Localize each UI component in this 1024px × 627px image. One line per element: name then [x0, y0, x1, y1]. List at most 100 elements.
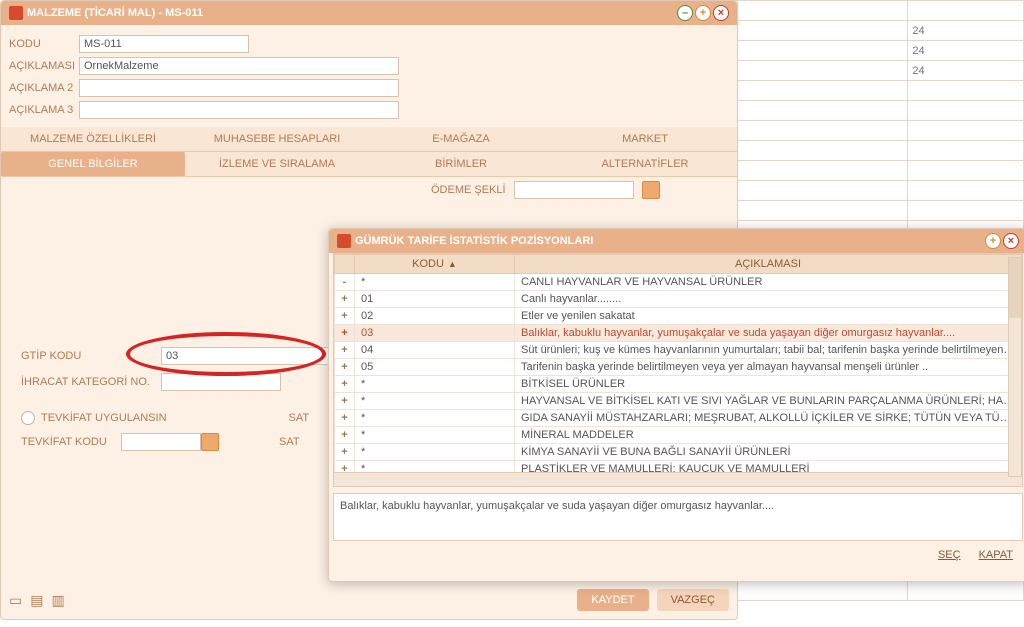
label-aciklama2: AÇIKLAMA 2: [9, 82, 79, 94]
note-icon[interactable]: ▤: [30, 592, 43, 609]
cell-kodu: *: [355, 410, 515, 427]
cell-kodu: *: [355, 274, 515, 291]
expand-icon[interactable]: +: [335, 325, 355, 342]
window-titlebar: MALZEME (TİCARİ MAL) - MS-011 – + ×: [1, 1, 737, 25]
maximize-icon[interactable]: +: [695, 5, 711, 21]
input-aciklama2[interactable]: [79, 79, 399, 97]
label-aciklama3: AÇIKLAMA 3: [9, 104, 79, 116]
bg-cell: [735, 41, 908, 61]
tab-market[interactable]: MARKET: [553, 127, 737, 152]
tab-birimler[interactable]: BİRİMLER: [369, 152, 553, 177]
close-icon[interactable]: ×: [713, 5, 729, 21]
cell-kodu: 05: [355, 359, 515, 376]
header-fields: KODU AÇIKLAMASI AÇIKLAMA 2 AÇIKLAMA 3: [1, 25, 737, 127]
tab-e-magaza[interactable]: E-MAĞAZA: [369, 127, 553, 152]
input-odeme-sekli[interactable]: [514, 181, 634, 199]
expand-icon[interactable]: +: [335, 376, 355, 393]
tabs-row2: GENEL BİLGİLER İZLEME VE SIRALAMA BİRİML…: [1, 152, 737, 177]
window-title: MALZEME (TİCARİ MAL) - MS-011: [27, 7, 203, 19]
expand-icon[interactable]: +: [335, 308, 355, 325]
expand-icon[interactable]: +: [335, 461, 355, 474]
table-row[interactable]: +*HAYVANSAL VE BİTKİSEL KATI VE SIVI YAĞ…: [335, 393, 1022, 410]
table-row[interactable]: +05Tarifenin başka yerinde belirtilmeyen…: [335, 359, 1022, 376]
table-row[interactable]: +03Balıklar, kabuklu hayvanlar, yumuşakç…: [335, 325, 1022, 342]
label-kodu: KODU: [9, 38, 79, 50]
table-row[interactable]: +*GIDA SANAYİİ MÜSTAHZARLARI; MEŞRUBAT, …: [335, 410, 1022, 427]
close-button[interactable]: KAPAT: [975, 547, 1017, 563]
input-tevkifat-kodu[interactable]: [121, 433, 201, 451]
lookup-odeme-button[interactable]: [642, 181, 660, 199]
cell-kodu: *: [355, 393, 515, 410]
expand-icon[interactable]: +: [335, 393, 355, 410]
input-aciklamasi[interactable]: [79, 57, 399, 75]
save-button[interactable]: KAYDET: [577, 589, 648, 611]
cancel-button[interactable]: VAZGEÇ: [657, 589, 729, 611]
label-odeme-sekli: ÖDEME ŞEKLİ: [431, 184, 506, 196]
table-row[interactable]: +*KİMYA SANAYİİ VE BUNA BAĞLI SANAYİİ ÜR…: [335, 444, 1022, 461]
table-row[interactable]: +*MİNERAL MADDELER: [335, 427, 1022, 444]
expand-icon[interactable]: +: [335, 444, 355, 461]
table-row[interactable]: +04Süt ürünleri; kuş ve kümes hayvanları…: [335, 342, 1022, 359]
minimize-icon[interactable]: –: [677, 5, 693, 21]
bg-cell: [908, 201, 1024, 221]
input-aciklama3[interactable]: [79, 101, 399, 119]
col-expand: [335, 255, 355, 274]
tab-alternatifler[interactable]: ALTERNATİFLER: [553, 152, 737, 177]
bg-cell: [908, 181, 1024, 201]
popup-add-icon[interactable]: +: [985, 233, 1001, 249]
popup-grid: KODU▲ AÇIKLAMASI -*CANLI HAYVANLAR VE HA…: [333, 253, 1023, 473]
table-row[interactable]: +02Etler ve yenilen sakatat: [335, 308, 1022, 325]
expand-icon[interactable]: -: [335, 274, 355, 291]
input-gtip-kodu[interactable]: [161, 347, 331, 365]
label-tevkifat-kodu: TEVKİFAT KODU: [21, 436, 121, 448]
checkbox-tevkifat[interactable]: [21, 411, 35, 425]
expand-icon[interactable]: +: [335, 427, 355, 444]
vertical-scrollbar[interactable]: [1008, 257, 1022, 477]
tab-genel-bilgiler[interactable]: GENEL BİLGİLER: [1, 152, 185, 177]
input-ihracat-kategori[interactable]: [161, 373, 281, 391]
popup-detail: Balıklar, kabuklu hayvanlar, yumuşakçala…: [333, 493, 1023, 541]
app-icon: [9, 6, 23, 20]
expand-icon[interactable]: +: [335, 410, 355, 427]
table-row[interactable]: +01Canlı hayvanlar........: [335, 291, 1022, 308]
cell-kodu: *: [355, 461, 515, 474]
popup-close-icon[interactable]: ×: [1003, 233, 1019, 249]
cell-aciklama: MİNERAL MADDELER: [515, 427, 1022, 444]
expand-icon[interactable]: +: [335, 359, 355, 376]
label-sat1: SAT: [289, 412, 310, 424]
label-tevkifat-uygulansin: TEVKİFAT UYGULANSIN: [41, 412, 167, 424]
cell-aciklama: Süt ürünleri; kuş ve kümes hayvanlarının…: [515, 342, 1022, 359]
tabs-row1: MALZEME ÖZELLİKLERİ MUHASEBE HESAPLARI E…: [1, 127, 737, 152]
cell-aciklama: CANLI HAYVANLAR VE HAYVANSAL ÜRÜNLER: [515, 274, 1022, 291]
table-row[interactable]: -*CANLI HAYVANLAR VE HAYVANSAL ÜRÜNLER: [335, 274, 1022, 291]
book-icon[interactable]: ▭: [9, 592, 22, 609]
popup-title: GÜMRÜK TARİFE İSTATİSTİK POZİSYONLARI: [355, 235, 593, 247]
horizontal-scrollbar[interactable]: [333, 473, 1023, 487]
sort-asc-icon: ▲: [448, 259, 457, 269]
cell-aciklama: Canlı hayvanlar........: [515, 291, 1022, 308]
label-sat2: SAT: [279, 436, 300, 448]
bg-cell: [735, 201, 908, 221]
table-row[interactable]: +*BİTKİSEL ÜRÜNLER: [335, 376, 1022, 393]
tab-muhasebe-hesaplari[interactable]: MUHASEBE HESAPLARI: [185, 127, 369, 152]
list-icon[interactable]: ▥: [51, 592, 64, 609]
tab-izleme-siralama[interactable]: İZLEME VE SIRALAMA: [185, 152, 369, 177]
select-button[interactable]: SEÇ: [934, 547, 965, 563]
input-kodu[interactable]: [79, 35, 249, 53]
bg-cell: [735, 101, 908, 121]
col-kodu[interactable]: KODU▲: [355, 255, 515, 274]
tab-malzeme-ozellikleri[interactable]: MALZEME ÖZELLİKLERİ: [1, 127, 185, 152]
scrollbar-thumb[interactable]: [1009, 258, 1021, 318]
cell-aciklama: BİTKİSEL ÜRÜNLER: [515, 376, 1022, 393]
label-aciklamasi: AÇIKLAMASI: [9, 60, 79, 72]
cell-kodu: 04: [355, 342, 515, 359]
bg-cell: [735, 581, 908, 601]
label-gtip-kodu: GTİP KODU: [21, 350, 161, 362]
table-row[interactable]: +*PLASTİKLER VE MAMULLERİ; KAUÇUK VE MAM…: [335, 461, 1022, 474]
expand-icon[interactable]: +: [335, 342, 355, 359]
cell-aciklama: HAYVANSAL VE BİTKİSEL KATI VE SIVI YAĞLA…: [515, 393, 1022, 410]
col-aciklamasi[interactable]: AÇIKLAMASI: [515, 255, 1022, 274]
expand-icon[interactable]: +: [335, 291, 355, 308]
lookup-tevkifat-button[interactable]: [201, 433, 219, 451]
gtip-popup: GÜMRÜK TARİFE İSTATİSTİK POZİSYONLARI + …: [328, 228, 1024, 582]
